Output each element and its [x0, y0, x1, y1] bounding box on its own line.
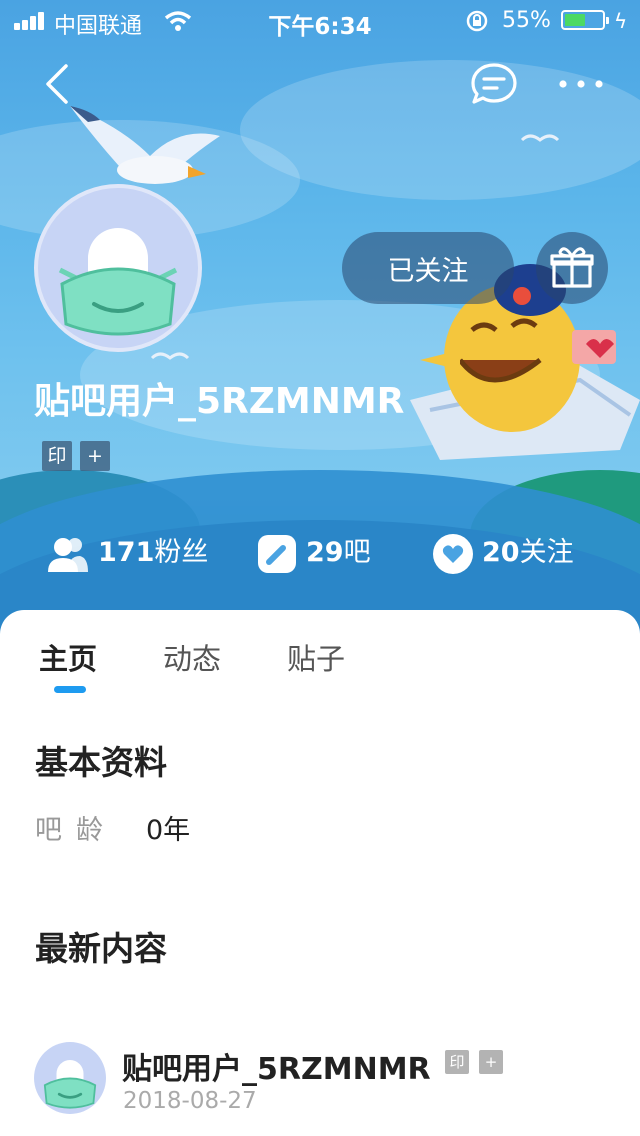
active-tab-indicator: [54, 686, 86, 693]
following-stat[interactable]: 20关注: [432, 530, 574, 576]
pencil-icon: [258, 534, 296, 573]
battery-level: [565, 14, 585, 26]
chevron-left-icon[interactable]: [40, 60, 80, 108]
gift-icon: [550, 247, 594, 288]
tab-activity[interactable]: 动态: [163, 636, 221, 678]
gift-button[interactable]: [536, 232, 608, 304]
seagull-illustration: [70, 106, 220, 184]
bar-age-value: 0年: [146, 815, 191, 846]
post-add-badge: +: [479, 1050, 503, 1074]
small-bird-illustration: [520, 134, 560, 142]
masked-face-icon: [43, 1060, 97, 1109]
bar-age-label: 吧龄: [35, 815, 117, 846]
fans-stat[interactable]: 171粉丝: [46, 530, 208, 576]
status-bar: 中国联通 下午6:34 55% ϟ: [0, 0, 640, 42]
following-label: 关注: [519, 537, 574, 568]
heart-icon: [433, 533, 473, 574]
battery-icon: [561, 10, 609, 30]
following-count: 20: [482, 537, 520, 568]
fans-count: 171: [98, 537, 155, 568]
users-icon: [48, 537, 88, 572]
post-author-name[interactable]: 贴吧用户_5RZMNMR: [122, 1044, 431, 1088]
post-date: 2018-08-27: [123, 1088, 257, 1114]
latest-content-title: 最新内容: [35, 929, 167, 968]
bars-count: 29: [306, 537, 344, 568]
tab-posts[interactable]: 贴子: [287, 636, 345, 678]
more-dots-icon[interactable]: [556, 74, 606, 94]
chat-bubble-icon[interactable]: [470, 62, 518, 106]
bars-label: 吧: [343, 537, 371, 568]
charging-bolt-icon: ϟ: [614, 9, 628, 33]
post-author-avatar[interactable]: [34, 1042, 106, 1114]
tab-home[interactable]: 主页: [39, 636, 97, 678]
small-bird-illustration: [150, 352, 190, 360]
post-seal-badge: 印: [445, 1050, 469, 1074]
orientation-lock-icon: [466, 10, 488, 32]
seal-badge[interactable]: 印: [42, 441, 72, 471]
masked-face-icon: [58, 228, 178, 336]
fans-label: 粉丝: [154, 537, 209, 568]
bars-stat[interactable]: 29吧: [256, 530, 371, 576]
user-avatar[interactable]: [34, 184, 202, 352]
add-badge-button[interactable]: +: [80, 441, 110, 471]
profile-username: 贴吧用户_5RZMNMR: [34, 381, 405, 422]
basic-info-title: 基本资料: [35, 743, 167, 782]
following-button[interactable]: 已关注: [342, 232, 514, 304]
battery-percent: 55%: [502, 8, 551, 33]
